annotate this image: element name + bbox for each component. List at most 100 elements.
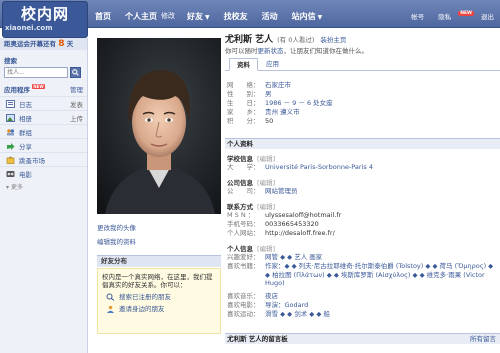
personal-info-label: 个人信息: [227, 245, 253, 253]
nav-messages[interactable]: 站内信 ▼: [292, 11, 323, 22]
info-value[interactable]: 导演：Godard: [265, 301, 495, 310]
tab-apps[interactable]: 应用: [259, 58, 286, 71]
edit-contact-link[interactable]: [编辑]: [257, 203, 275, 211]
search-row: [4, 67, 87, 78]
school-info-label: 学校信息: [227, 155, 253, 163]
school-info-title: 学校信息 [编辑]: [227, 153, 275, 163]
info-value[interactable]: 网管 ◆ ◆ 艺人 画家: [265, 253, 495, 262]
friend-distribution-text: 校内是一个真实网络，在这里，我们提倡真实的好友关系。你可以：: [102, 273, 213, 289]
app-album[interactable]: 相册 上传: [0, 110, 87, 124]
group-icon: [5, 127, 15, 136]
search-friends-icon: [106, 293, 115, 301]
info-label: 家 乡：: [227, 108, 260, 116]
info-value[interactable]: 夜店: [265, 292, 495, 301]
info-value[interactable]: 滑雪 ◆ ◆ 剑术 ◆ ◆ 船: [265, 310, 495, 319]
info-label: 喜欢书籍：: [227, 262, 260, 270]
nav-events[interactable]: 活动: [262, 11, 278, 22]
nav-friends[interactable]: 好友 ▼: [187, 11, 210, 22]
logout-link[interactable]: 退出: [481, 11, 494, 21]
info-label: 喜欢音乐：: [227, 292, 260, 300]
apps-manage-link[interactable]: 管理: [70, 84, 83, 94]
chevron-down-icon: ▼: [317, 13, 323, 21]
guestbook-title: 尤利斯 艺人的留言板: [227, 335, 288, 343]
info-label: 喜欢电影：: [227, 301, 260, 309]
countdown-text: 距奥运会开幕还有: [4, 40, 56, 48]
app-share[interactable]: 分享: [0, 138, 87, 152]
logo-text: 校内网: [20, 5, 69, 23]
invite-friends-link[interactable]: 邀请身边的朋友: [102, 305, 216, 313]
nav-profile[interactable]: 个人主页: [125, 11, 157, 22]
info-label: 喜欢运动：: [227, 310, 260, 318]
info-birthday: 生 日： 1986 － 9 － 6 处女座: [227, 99, 333, 108]
info-music: 喜欢音乐： 夜店: [227, 292, 495, 301]
chevron-down-icon: ▾: [6, 184, 10, 191]
app-name: 电影: [19, 170, 32, 179]
personal-info-title: 个人信息 [编辑]: [227, 243, 275, 253]
market-icon: [5, 155, 15, 164]
apps-more-link[interactable]: ▾ 更多: [6, 182, 87, 191]
search-friends-link[interactable]: 搜索已注册的朋友: [102, 293, 216, 301]
info-value[interactable]: 男: [265, 90, 272, 99]
privacy-label: 隐私: [438, 13, 452, 21]
info-value[interactable]: Université Paris-Sorbonne-Paris 4: [265, 163, 373, 172]
info-label: M S N ：: [227, 211, 255, 219]
info-value[interactable]: 贵州 遵义市: [265, 108, 300, 117]
account-link[interactable]: 帐号: [411, 11, 424, 21]
nav-home[interactable]: 首页: [95, 11, 111, 22]
contact-info-title: 联系方式 [编辑]: [227, 201, 275, 211]
search-friends-label: 搜索已注册的朋友: [119, 293, 171, 301]
app-journal[interactable]: 日志 发表: [0, 96, 87, 110]
profile-main: 尤利斯 艺人 (有 0人看过) 装扮主页 你可以随时更新状态，让朋友们知道你在做…: [225, 28, 500, 353]
info-value[interactable]: 石家庄市: [265, 81, 291, 90]
info-value[interactable]: 网站管理员: [265, 187, 298, 196]
friend-distribution-title: 好友分布: [97, 255, 221, 267]
contact-info-label: 联系方式: [227, 203, 253, 211]
nav-edit[interactable]: 修改: [161, 11, 175, 21]
info-books: 喜欢书籍： 作家：◆ ◆ 列夫·尼古拉耶维奇·托尔斯泰伯爵 (Tolstoy) ◆…: [227, 262, 495, 288]
info-hometown: 家 乡： 贵州 遵义市: [227, 108, 300, 117]
info-value[interactable]: http://desaloff.free.fr/: [265, 229, 335, 238]
section-guestbook: 尤利斯 艺人的留言板 所有留言: [225, 333, 500, 344]
app-groups[interactable]: 群组: [0, 124, 87, 138]
apps-title-label: 应用程序: [4, 86, 30, 94]
info-label: 公 司：: [227, 187, 260, 195]
app-action-post[interactable]: 发表: [70, 99, 83, 109]
privacy-link[interactable]: 隐私 NEW: [431, 11, 474, 21]
tab-profile[interactable]: 资料: [229, 58, 258, 71]
search-input[interactable]: [4, 67, 68, 78]
apps-title[interactable]: 应用程序 NEW: [4, 84, 45, 94]
profile-header: 尤利斯 艺人 (有 0人看过) 装扮主页: [225, 32, 346, 45]
change-avatar-link[interactable]: 更改我的头像: [97, 222, 221, 232]
edit-profile-link[interactable]: 编辑我的资料: [97, 236, 221, 246]
info-label: 积 分：: [227, 117, 260, 125]
olympic-countdown: 距奥运会开幕还有 8 天: [0, 38, 87, 50]
info-value[interactable]: 作家：◆ ◆ 列夫·尼古拉耶维奇·托尔斯泰伯爵 (Tolstoy) ◆ ◆ 荷马…: [265, 262, 495, 288]
app-market[interactable]: 跳蚤市场: [0, 152, 87, 166]
app-movie[interactable]: 电影: [0, 166, 87, 180]
nav-messages-label: 站内信: [291, 11, 316, 21]
update-status-link[interactable]: 更新状态: [258, 47, 284, 55]
edit-school-link[interactable]: [编辑]: [257, 155, 275, 163]
decorate-home-link[interactable]: 装扮主页: [320, 34, 346, 44]
info-company: 公 司： 网站管理员: [227, 187, 298, 196]
app-action-upload[interactable]: 上传: [70, 113, 83, 123]
app-name: 日志: [19, 100, 32, 109]
search-button[interactable]: [70, 67, 81, 78]
profile-name: 尤利斯 艺人: [225, 35, 274, 45]
app-name: 跳蚤市场: [19, 156, 45, 165]
info-sports: 喜欢运动： 滑雪 ◆ ◆ 剑术 ◆ ◆ 船: [227, 310, 495, 319]
all-messages-link[interactable]: 所有留言: [470, 334, 496, 344]
info-label: 性 别：: [227, 90, 260, 98]
app-name: 群组: [19, 128, 32, 137]
info-value[interactable]: 1986 － 9 － 6 处女座: [265, 99, 333, 108]
site-logo[interactable]: 校内网 xiaonei.com: [2, 1, 88, 38]
info-msn: M S N ： ulyssesaloff@hotmail.fr: [227, 211, 341, 220]
edit-company-link[interactable]: [编辑]: [257, 179, 275, 187]
status-prompt-prefix: 你可以随时: [225, 47, 258, 55]
nav-find-alumni[interactable]: 找校友: [224, 11, 248, 22]
more-label: 更多: [10, 184, 23, 191]
main-nav: 首页 个人主页 修改 好友 ▼ 找校友 活动 站内信 ▼: [95, 9, 336, 23]
search-label: 搜索: [4, 57, 17, 65]
edit-personal-link[interactable]: [编辑]: [257, 245, 275, 253]
app-name: 分享: [19, 142, 32, 151]
